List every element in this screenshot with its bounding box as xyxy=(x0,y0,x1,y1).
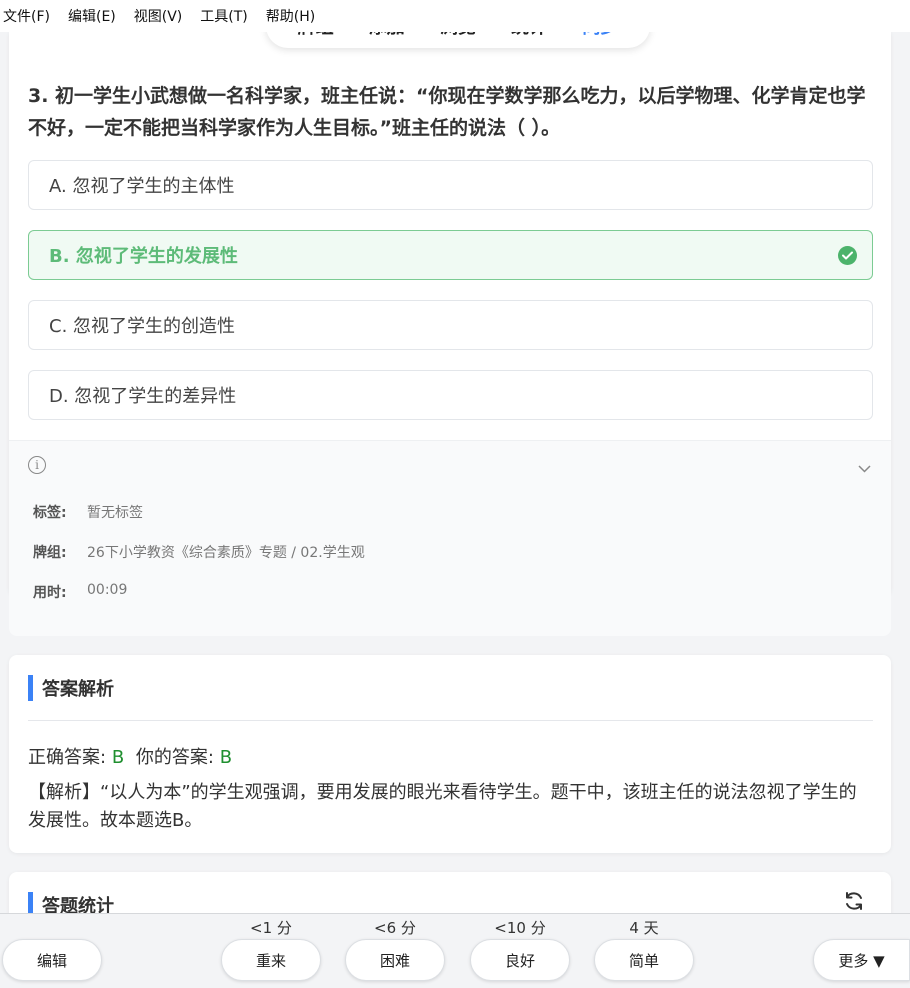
review-content: 牌组 添加 浏览 统计 同步 3. 初一学生小武想做一名科学家，班主任说：“你现… xyxy=(0,32,910,913)
analysis-card: 答案解析 正确答案: B 你的答案: B 【解析】“以人为本”的学生观强调，要用… xyxy=(9,655,891,853)
hard-button[interactable]: 困难 xyxy=(345,939,445,981)
question-card: 3. 初一学生小武想做一名科学家，班主任说：“你现在学数学那么吃力，以后学物理、… xyxy=(9,32,891,636)
interval-again: <1 分 xyxy=(250,919,292,937)
good-button[interactable]: 良好 xyxy=(470,939,570,981)
nav-add[interactable]: 添加 xyxy=(369,32,405,39)
option-b-label: B. 忽视了学生的发展性 xyxy=(49,246,238,267)
explanation-text: 【解析】“以人为本”的学生观强调，要用发展的眼光来看待学生。题干中，该班主任的说… xyxy=(28,782,857,831)
easy-button[interactable]: 简单 xyxy=(594,939,694,981)
more-button[interactable]: 更多 ▼ xyxy=(813,939,910,981)
option-b[interactable]: B. 忽视了学生的发展性 xyxy=(28,230,873,280)
stats-title-text: 答题统计 xyxy=(42,896,114,913)
info-deck: 牌组: 26下小学教资《综合素质》专题 / 02.学生观 xyxy=(33,542,365,562)
refresh-icon[interactable] xyxy=(843,890,865,913)
nav-browse[interactable]: 浏览 xyxy=(440,32,476,39)
correct-answer-label: 正确答案: xyxy=(28,747,107,768)
analysis-title: 答案解析 xyxy=(28,675,114,701)
option-a[interactable]: A. 忽视了学生的主体性 xyxy=(28,160,873,210)
interval-easy: 4 天 xyxy=(629,919,659,937)
answer-line: 正确答案: B 你的答案: B xyxy=(28,743,232,769)
card-info-panel: i 标签: 暂无标签 牌组: 26下小学教资《综合素质》专题 / 02.学生观 … xyxy=(9,440,891,636)
chevron-down-icon[interactable] xyxy=(858,458,871,477)
option-c[interactable]: C. 忽视了学生的创造性 xyxy=(28,300,873,350)
answer-bar: <1 分 <6 分 <10 分 4 天 编辑 重来 困难 良好 简单 更多 ▼ xyxy=(0,913,910,988)
stats-card: 答题统计 xyxy=(9,872,891,913)
info-icon[interactable]: i xyxy=(28,456,46,474)
stats-title: 答题统计 xyxy=(28,892,114,913)
option-c-label: C. 忽视了学生的创造性 xyxy=(49,316,236,337)
time-value: 00:09 xyxy=(87,582,128,598)
interval-hard: <6 分 xyxy=(374,919,416,937)
deck-value: 26下小学教资《综合素质》专题 / 02.学生观 xyxy=(87,545,365,561)
correct-answer-value: B xyxy=(111,747,125,768)
info-time: 用时: 00:09 xyxy=(33,582,127,602)
info-tags: 标签: 暂无标签 xyxy=(33,502,143,522)
option-a-label: A. 忽视了学生的主体性 xyxy=(49,176,235,197)
title-accent-bar xyxy=(28,675,33,701)
analysis-title-text: 答案解析 xyxy=(42,679,114,700)
menu-edit[interactable]: 编辑(E) xyxy=(68,6,116,26)
option-d-label: D. 忽视了学生的差异性 xyxy=(49,386,237,407)
menu-help[interactable]: 帮助(H) xyxy=(266,6,315,26)
tags-value: 暂无标签 xyxy=(87,505,143,521)
menu-view[interactable]: 视图(V) xyxy=(134,6,183,26)
edit-button[interactable]: 编辑 xyxy=(2,939,102,981)
check-circle-icon xyxy=(838,246,857,265)
option-d[interactable]: D. 忽视了学生的差异性 xyxy=(28,370,873,420)
deck-key: 牌组: xyxy=(33,545,67,561)
nav-decks[interactable]: 牌组 xyxy=(298,32,334,39)
menu-tools[interactable]: 工具(T) xyxy=(200,6,247,26)
your-answer-value: B xyxy=(219,747,233,768)
divider xyxy=(28,720,873,721)
menu-bar: 文件(F) 编辑(E) 视图(V) 工具(T) 帮助(H) xyxy=(0,0,910,32)
top-nav: 牌组 添加 浏览 统计 同步 xyxy=(266,32,650,48)
nav-sync[interactable]: 同步 xyxy=(582,32,618,39)
interval-good: <10 分 xyxy=(494,919,546,937)
menu-file[interactable]: 文件(F) xyxy=(3,6,50,26)
question-text: 3. 初一学生小武想做一名科学家，班主任说：“你现在学数学那么吃力，以后学物理、… xyxy=(28,85,866,139)
your-answer-label: 你的答案: xyxy=(135,747,214,768)
again-button[interactable]: 重来 xyxy=(221,939,321,981)
title-accent-bar xyxy=(28,892,33,913)
tags-key: 标签: xyxy=(33,505,67,521)
nav-stats[interactable]: 统计 xyxy=(511,32,547,39)
time-key: 用时: xyxy=(33,585,67,601)
